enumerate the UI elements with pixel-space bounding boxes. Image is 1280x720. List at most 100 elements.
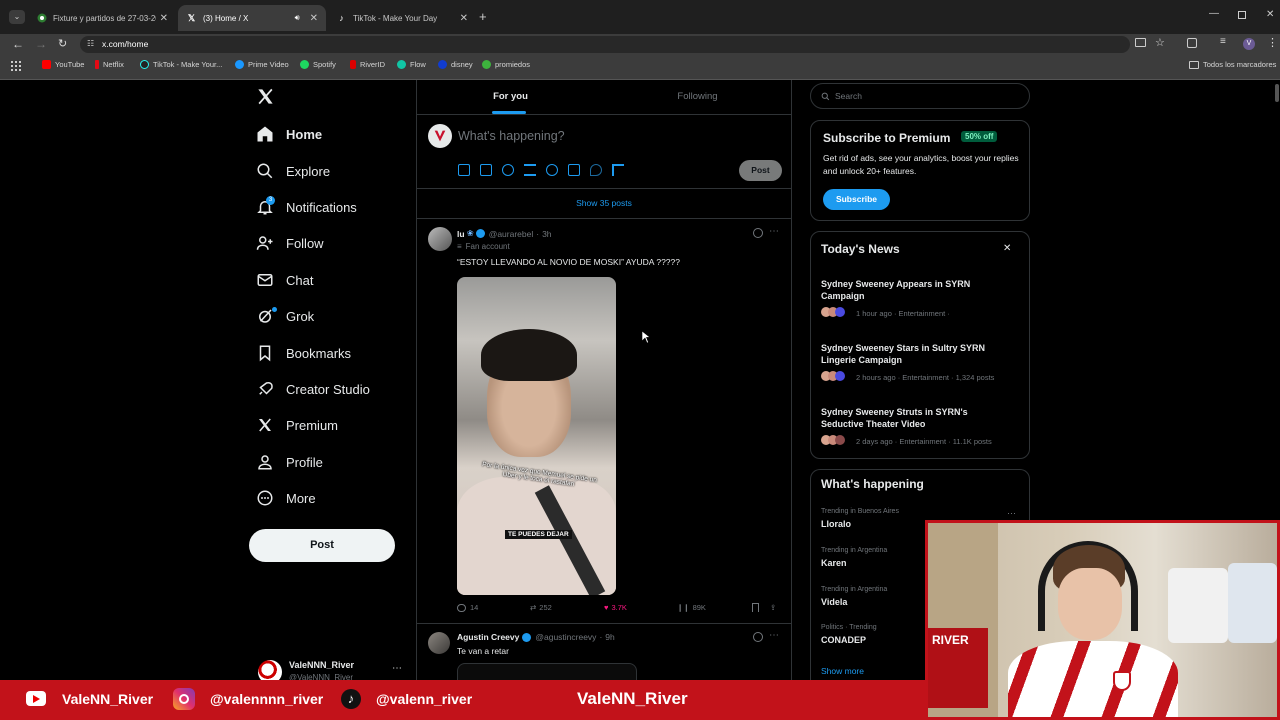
- show-new-posts[interactable]: Show 35 posts: [417, 198, 791, 208]
- post-author-avatar[interactable]: [428, 227, 452, 251]
- composer-input[interactable]: What's happening?: [458, 129, 565, 143]
- trend-name[interactable]: Lloralo: [821, 519, 851, 529]
- site-info-icon[interactable]: ☷: [87, 39, 94, 48]
- scrollbar-thumb[interactable]: [1275, 84, 1279, 102]
- restore-window-icon[interactable]: [1238, 11, 1246, 19]
- show-more-link[interactable]: Show more: [821, 666, 864, 676]
- browser-tab-x-home[interactable]: 𝕏 (3) Home / X 🔊︎ ✕: [178, 5, 326, 31]
- account-name[interactable]: ValeNNN_River: [289, 660, 354, 670]
- browser-menu-icon[interactable]: ⋮: [1267, 36, 1278, 49]
- url-text[interactable]: x.com/home: [102, 39, 148, 49]
- post-author-handle[interactable]: @agustincreevy: [535, 632, 596, 642]
- x-logo-icon[interactable]: [256, 87, 275, 106]
- bookmark-spotify[interactable]: Spotify: [300, 60, 336, 69]
- bookmark-disney[interactable]: disney: [438, 60, 473, 69]
- tab-following[interactable]: Following: [604, 80, 791, 114]
- nav-follow[interactable]: Follow: [256, 234, 324, 252]
- nav-grok[interactable]: Grok: [256, 307, 314, 325]
- schedule-icon[interactable]: [568, 164, 580, 176]
- trend-name[interactable]: Videla: [821, 597, 847, 607]
- grok-compose-icon[interactable]: [502, 164, 514, 176]
- reply-action[interactable]: 14: [457, 603, 478, 612]
- post-more-icon[interactable]: ⋯: [769, 226, 779, 237]
- news-title: Today's News: [821, 242, 900, 256]
- extensions-icon[interactable]: [1187, 38, 1197, 48]
- browser-tab-fixture[interactable]: Fixture y partidos de 27-03-2025 ✕: [28, 5, 176, 31]
- nav-profile[interactable]: Profile: [256, 453, 323, 471]
- post-video[interactable]: Por la única vez que Memuel se pide un U…: [457, 277, 616, 595]
- close-tab-icon[interactable]: ✕: [310, 13, 318, 24]
- new-tab-button[interactable]: +: [479, 9, 487, 24]
- post-time-separator: ·: [536, 228, 540, 239]
- nav-explore[interactable]: Explore: [256, 162, 330, 180]
- close-news-icon[interactable]: ✕: [1003, 243, 1011, 254]
- post-author-handle[interactable]: @aurarebel: [489, 229, 534, 239]
- repost-action[interactable]: ⇄ 252: [530, 603, 552, 612]
- bookmark-star-icon[interactable]: ☆: [1155, 36, 1165, 49]
- post-more-icon[interactable]: ⋯: [769, 630, 779, 641]
- close-tab-icon[interactable]: ✕: [460, 13, 468, 24]
- nav-bookmarks[interactable]: Bookmarks: [256, 344, 351, 362]
- bookmark-post-icon[interactable]: [752, 603, 759, 612]
- post-media-preview[interactable]: [457, 663, 637, 680]
- back-icon[interactable]: ←: [12, 37, 24, 51]
- trend-more-icon[interactable]: ⋯: [1007, 508, 1016, 519]
- speaker-icon[interactable]: 🔊︎: [295, 13, 300, 23]
- post-author-name[interactable]: Agustin Creevy: [457, 632, 519, 642]
- location-icon[interactable]: [590, 164, 602, 176]
- reload-icon[interactable]: ↻: [58, 37, 67, 50]
- close-window-icon[interactable]: ✕: [1266, 9, 1274, 20]
- composer-post-button[interactable]: Post: [739, 160, 782, 181]
- bookmark-promiedos[interactable]: promiedos: [482, 60, 530, 69]
- cast-icon[interactable]: [1135, 38, 1146, 47]
- fan-account-icon: ≡: [457, 242, 462, 251]
- post-button[interactable]: Post: [249, 529, 395, 562]
- browser-tab-tiktok[interactable]: ♪ TikTok - Make Your Day ✕: [328, 5, 476, 31]
- account-menu-icon[interactable]: ⋯: [392, 663, 402, 674]
- share-icon[interactable]: ⇪: [770, 603, 776, 612]
- news-item-title[interactable]: Sydney Sweeney Appears in SYRN Campaign: [821, 278, 996, 302]
- forward-icon[interactable]: →: [35, 37, 47, 51]
- poll-icon[interactable]: [524, 164, 536, 176]
- all-bookmarks-folder[interactable]: Todos los marcadores: [1189, 60, 1276, 69]
- like-action[interactable]: ♥ 3.7K: [604, 603, 627, 612]
- media-controls-icon[interactable]: ≡: [1220, 36, 1226, 47]
- nav-premium[interactable]: Premium: [256, 416, 338, 434]
- tab-search-button[interactable]: ⌄: [9, 10, 25, 24]
- post-time[interactable]: 3h: [542, 229, 551, 239]
- subscribe-button[interactable]: Subscribe: [823, 189, 890, 210]
- news-item-avatars: [821, 307, 851, 319]
- apps-grid-icon[interactable]: [11, 61, 21, 71]
- gif-icon[interactable]: [480, 164, 492, 176]
- trend-name[interactable]: CONADEP: [821, 635, 866, 645]
- grok-post-icon[interactable]: [753, 228, 763, 238]
- bookmark-riverid[interactable]: RiverID: [350, 60, 385, 69]
- views-action[interactable]: ❙❙ 89K: [677, 603, 706, 612]
- emoji-icon[interactable]: [546, 164, 558, 176]
- nav-home[interactable]: Home: [256, 125, 322, 143]
- bookmark-prime-video[interactable]: Prime Video: [235, 60, 289, 69]
- post-author-name[interactable]: lu: [457, 229, 465, 239]
- close-tab-icon[interactable]: ✕: [160, 13, 168, 24]
- bookmark-tiktok[interactable]: TikTok - Make Your...: [140, 60, 222, 69]
- minimize-window-icon[interactable]: —: [1209, 8, 1219, 19]
- bookmark-flow[interactable]: Flow: [397, 60, 426, 69]
- bookmark-netflix[interactable]: Netflix: [95, 60, 124, 69]
- news-item-title[interactable]: Sydney Sweeney Stars in Sultry SYRN Ling…: [821, 342, 1001, 366]
- nav-chat[interactable]: Chat: [256, 271, 313, 289]
- flag-icon[interactable]: [612, 164, 624, 176]
- news-item-title[interactable]: Sydney Sweeney Struts in SYRN's Seductiv…: [821, 406, 1006, 430]
- post-time[interactable]: 9h: [605, 632, 614, 642]
- bookmark-youtube[interactable]: YouTube: [42, 60, 84, 69]
- profile-avatar-icon[interactable]: V: [1243, 38, 1255, 50]
- nav-more[interactable]: More: [256, 489, 316, 507]
- post-author-avatar[interactable]: [428, 632, 450, 654]
- composer-toolbar: [458, 164, 624, 176]
- tab-for-you[interactable]: For you: [417, 80, 604, 114]
- search-box[interactable]: Search: [810, 83, 1030, 109]
- nav-creator-studio[interactable]: Creator Studio: [256, 380, 370, 398]
- trend-name[interactable]: Karen: [821, 558, 847, 568]
- grok-post-icon[interactable]: [753, 632, 763, 642]
- address-bar[interactable]: [80, 36, 1130, 53]
- media-icon[interactable]: [458, 164, 470, 176]
